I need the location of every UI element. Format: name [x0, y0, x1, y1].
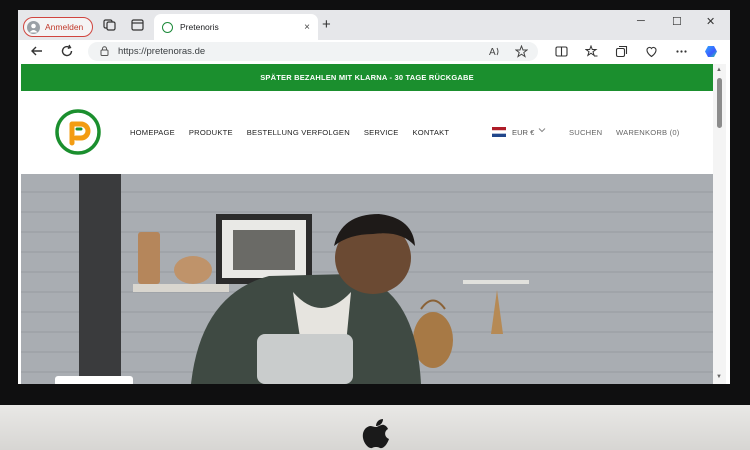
tab-actions-icon[interactable]: [131, 19, 145, 31]
close-window-button[interactable]: ✕: [706, 15, 715, 28]
browser-window: Anmelden Pretenoris × + ─ ☐ ✕ https://pr…: [18, 10, 730, 384]
read-aloud-icon[interactable]: A: [489, 45, 502, 58]
cart-link[interactable]: WARENKORB (0): [616, 128, 680, 137]
tab-strip: Anmelden Pretenoris × + ─ ☐ ✕: [18, 10, 730, 40]
chevron-down-icon[interactable]: [538, 126, 546, 134]
scroll-down-icon[interactable]: ▼: [716, 374, 722, 380]
tab-pretenoris[interactable]: Pretenoris ×: [154, 14, 318, 40]
new-tab-button[interactable]: +: [322, 17, 331, 33]
nav-homepage[interactable]: HOMEPAGE: [130, 128, 175, 137]
scrollbar-thumb[interactable]: [717, 78, 722, 128]
favorites-icon[interactable]: [585, 45, 598, 58]
nav-produkte[interactable]: PRODUKTE: [189, 128, 233, 137]
page-scrollbar[interactable]: ▲ ▼: [713, 64, 726, 384]
address-bar[interactable]: https://pretenoras.de A: [88, 42, 538, 61]
hero-image: [21, 174, 713, 384]
browser-essentials-icon[interactable]: [645, 45, 658, 58]
maximize-button[interactable]: ☐: [672, 15, 682, 28]
profile-button[interactable]: Anmelden: [23, 17, 93, 37]
address-bar-row: https://pretenoras.de A: [18, 40, 730, 64]
collections-icon[interactable]: [615, 45, 628, 58]
refresh-icon[interactable]: [60, 44, 74, 58]
site-favicon-icon: [162, 21, 173, 33]
lock-icon[interactable]: [100, 46, 109, 56]
web-page: SPÄTER BEZAHLEN MIT KLARNA - 30 TAGE RÜC…: [21, 64, 713, 384]
scroll-up-icon[interactable]: ▲: [716, 67, 722, 73]
nav-kontakt[interactable]: KONTAKT: [413, 128, 450, 137]
site-logo[interactable]: [54, 108, 102, 156]
profile-avatar-icon: [27, 20, 40, 34]
profile-label: Anmelden: [45, 22, 84, 32]
url-text: https://pretenoras.de: [118, 46, 206, 57]
favorite-star-icon[interactable]: [515, 45, 528, 58]
more-icon[interactable]: [675, 45, 688, 58]
svg-text:A: A: [489, 47, 496, 58]
nav-bestellung-verfolgen[interactable]: BESTELLUNG VERFOLGEN: [247, 128, 350, 137]
promo-banner[interactable]: SPÄTER BEZAHLEN MIT KLARNA - 30 TAGE RÜC…: [21, 64, 713, 91]
copilot-icon[interactable]: [704, 44, 719, 59]
back-icon[interactable]: [30, 44, 44, 58]
nav-service[interactable]: SERVICE: [364, 128, 399, 137]
apple-logo-icon: [362, 419, 389, 449]
workspaces-icon[interactable]: [103, 19, 117, 31]
split-screen-icon[interactable]: [555, 45, 568, 58]
close-tab-icon[interactable]: ×: [304, 22, 310, 33]
main-nav: HOMEPAGE PRODUKTE BESTELLUNG VERFOLGEN S…: [130, 128, 449, 137]
tab-title: Pretenoris: [180, 22, 219, 32]
currency-selector[interactable]: EUR €: [512, 128, 534, 137]
minimize-button[interactable]: ─: [637, 15, 645, 27]
search-link[interactable]: SUCHEN: [569, 128, 602, 137]
flag-icon[interactable]: [492, 127, 506, 137]
